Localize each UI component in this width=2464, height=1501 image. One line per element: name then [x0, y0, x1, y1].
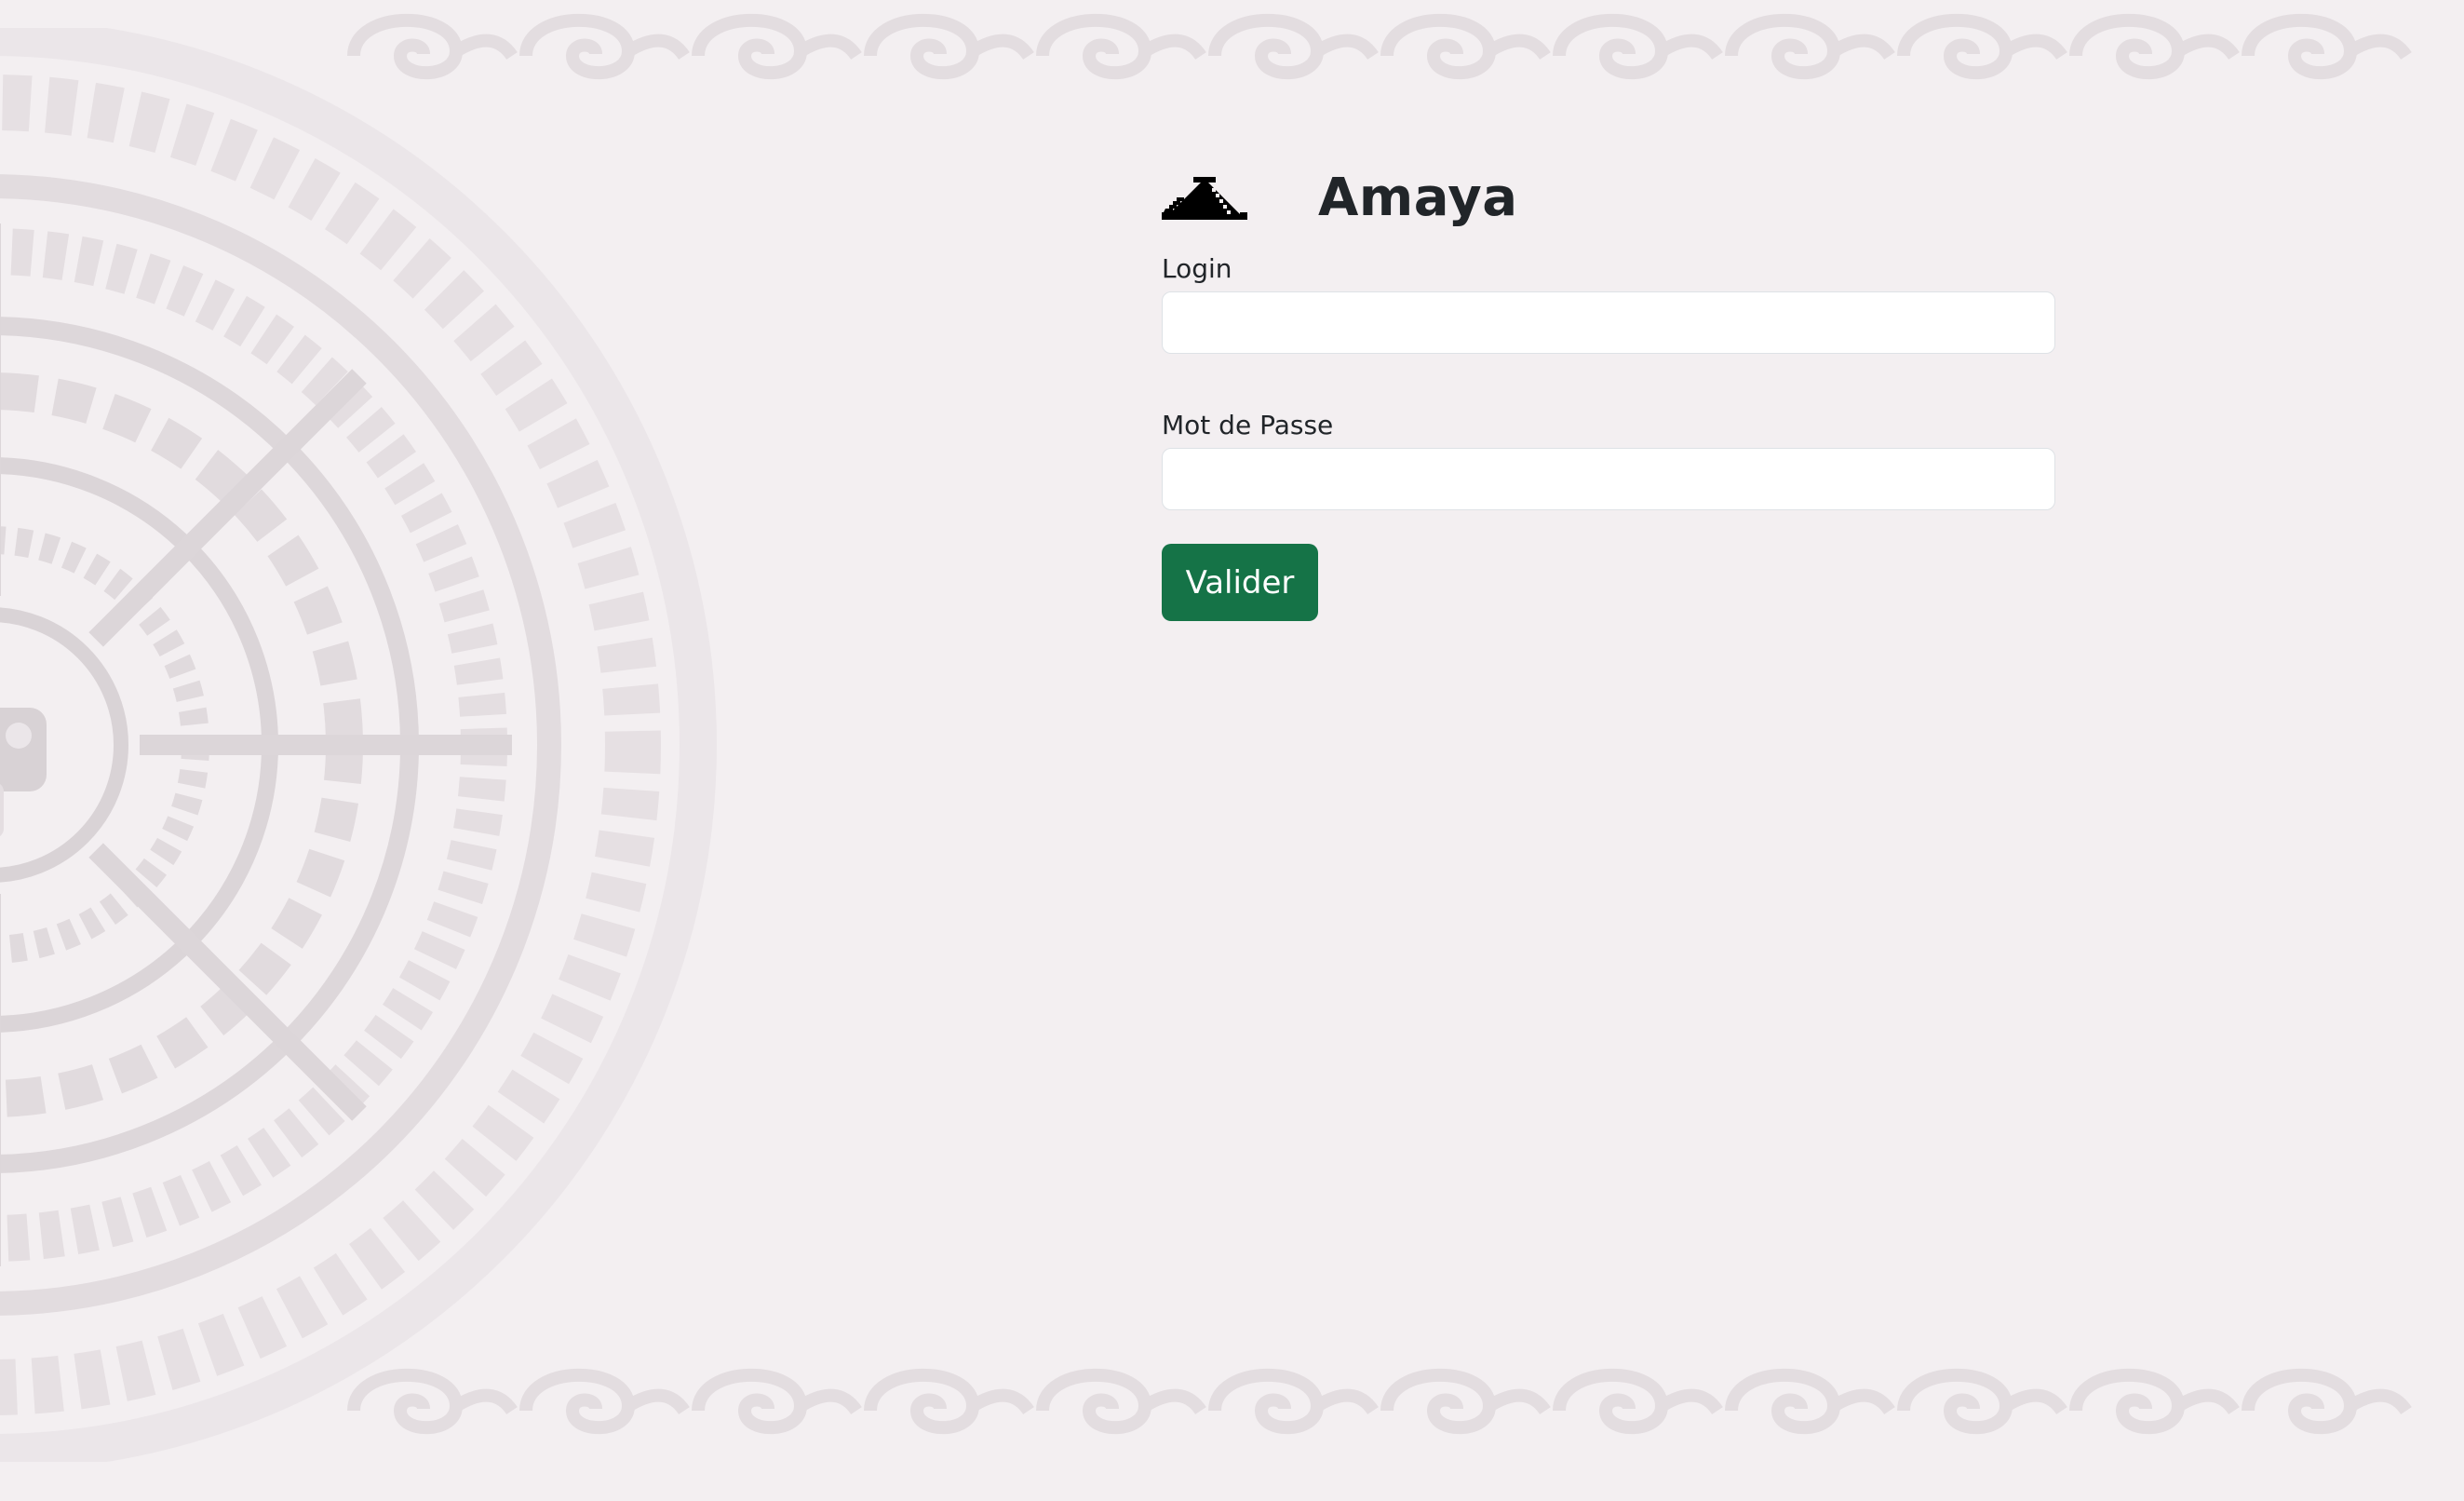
sunstone-ornament: [0, 28, 717, 1462]
password-group: Mot de Passe: [1162, 410, 2055, 510]
login-label: Login: [1162, 253, 1232, 284]
login-input[interactable]: [1162, 291, 2055, 354]
login-form: Amaya Login Mot de Passe Valider: [1162, 160, 2055, 621]
login-page: Amaya Login Mot de Passe Valider: [0, 0, 2464, 1501]
bottom-frieze-ornament: [347, 1368, 2412, 1435]
app-title: Amaya: [1318, 167, 1518, 228]
login-group: Login: [1162, 253, 2055, 354]
brand-header: Amaya: [1162, 160, 2055, 235]
password-label: Mot de Passe: [1162, 410, 1334, 440]
password-input[interactable]: [1162, 448, 2055, 510]
submit-button[interactable]: Valider: [1162, 544, 1318, 621]
pyramid-icon: [1162, 177, 1247, 220]
top-frieze-ornament: [347, 13, 2412, 80]
